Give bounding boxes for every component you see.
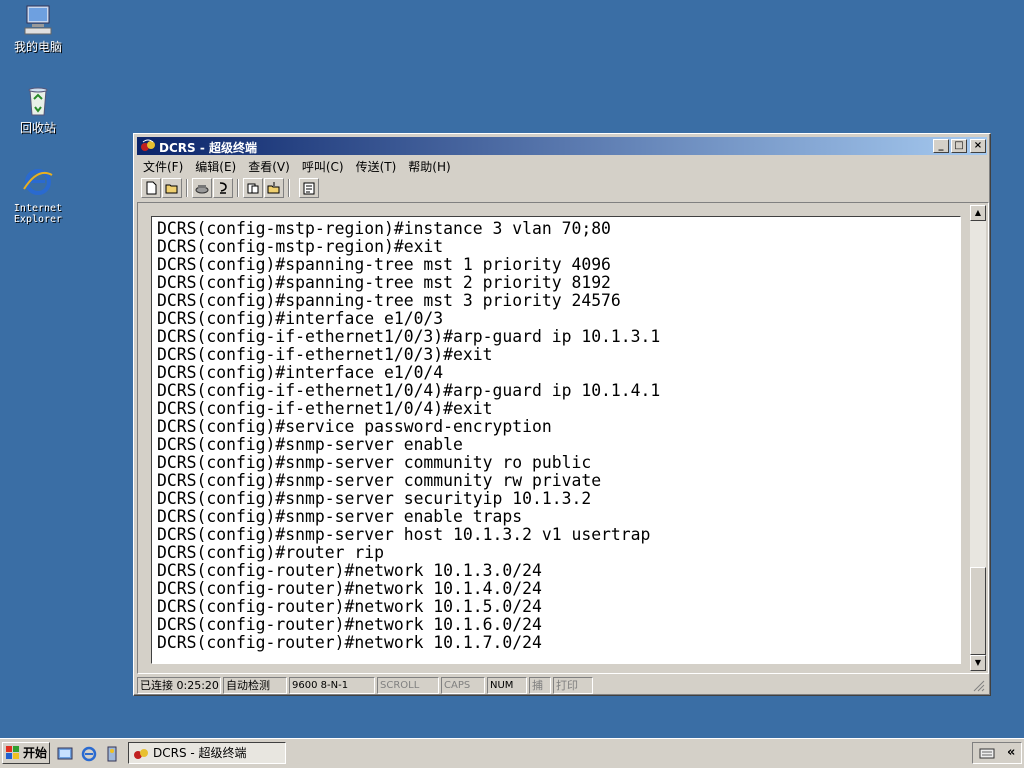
- toolbar-separator: [288, 179, 290, 197]
- menu-transfer[interactable]: 传送(T): [350, 156, 403, 177]
- internet-explorer-icon: [21, 165, 55, 199]
- status-num: NUM: [487, 677, 527, 694]
- recycle-bin-icon: [21, 84, 55, 118]
- properties-icon: [303, 182, 315, 195]
- status-params: 9600 8-N-1: [289, 677, 375, 694]
- terminal-line: DCRS(config)#snmp-server enable: [157, 435, 463, 454]
- open-folder-icon: [165, 184, 178, 194]
- my-computer-icon: [21, 3, 55, 37]
- status-caps: CAPS: [441, 677, 485, 694]
- show-desktop-icon[interactable]: [56, 745, 74, 763]
- terminal-line: DCRS(config)#spanning-tree mst 1 priorit…: [157, 255, 611, 274]
- vertical-scrollbar[interactable]: ▲ ▼: [970, 205, 986, 671]
- tray-expand-button[interactable]: «: [1007, 745, 1015, 760]
- open-button[interactable]: [162, 178, 182, 198]
- status-connected: 已连接 0:25:20: [137, 677, 221, 694]
- toolbar-separator: [237, 179, 239, 197]
- terminal-line: DCRS(config-router)#network 10.1.3.0/24: [157, 561, 542, 580]
- desktop-icon-label: 我的电脑: [13, 40, 62, 54]
- disconnect-phone-icon: [219, 182, 227, 194]
- terminal-line: DCRS(config-router)#network 10.1.4.0/24: [157, 579, 542, 598]
- terminal-line: DCRS(config-if-ethernet1/0/4)#arp-guard …: [157, 381, 661, 400]
- terminal-line: DCRS(config)#spanning-tree mst 2 priorit…: [157, 273, 611, 292]
- status-bar: 已连接 0:25:20 自动检测 9600 8-N-1 SCROLL CAPS …: [137, 676, 987, 694]
- system-tray: «: [972, 742, 1022, 764]
- menu-edit[interactable]: 编辑(E): [189, 156, 242, 177]
- terminal-line: DCRS(config)#snmp-server securityip 10.1…: [157, 489, 592, 508]
- menu-view[interactable]: 查看(V): [242, 156, 296, 177]
- disconnect-button[interactable]: [213, 178, 233, 198]
- terminal-client-area: DCRS(config-mstp-region)#instance 3 vlan…: [137, 202, 989, 674]
- terminal-line: DCRS(config)#spanning-tree mst 3 priorit…: [157, 291, 621, 310]
- properties-button[interactable]: [299, 178, 319, 198]
- terminal-line: DCRS(config)#snmp-server enable traps: [157, 507, 523, 526]
- terminal-line: DCRS(config)#snmp-server community rw pr…: [157, 471, 602, 490]
- status-capture: 捕: [529, 677, 551, 694]
- taskbar-item-label: DCRS - 超级终端: [153, 746, 247, 760]
- desktop-icon-my-computer[interactable]: 我的电脑: [0, 3, 76, 54]
- terminal-line: DCRS(config)#snmp-server community ro pu…: [157, 453, 592, 472]
- new-connection-button[interactable]: [141, 178, 161, 198]
- scroll-thumb[interactable]: [970, 567, 986, 655]
- menu-file[interactable]: 文件(F): [137, 156, 189, 177]
- terminal-line: DCRS(config-if-ethernet1/0/3)#exit: [157, 345, 493, 364]
- resize-grip-icon[interactable]: [973, 680, 985, 692]
- terminal-line: DCRS(config)#snmp-server host 10.1.3.2 v…: [157, 525, 651, 544]
- terminal-line: DCRS(config-router)#network 10.1.5.0/24: [157, 597, 542, 616]
- desktop-icon-label: Internet Explorer: [13, 203, 63, 225]
- desktop-icon-label: 回收站: [19, 121, 56, 135]
- toolbar: [137, 176, 987, 200]
- hyperterminal-icon: [140, 138, 156, 154]
- minimize-button[interactable]: _: [933, 139, 949, 153]
- desktop-icon-recycle-bin[interactable]: 回收站: [0, 84, 76, 135]
- call-button[interactable]: [192, 178, 212, 198]
- toolbar-separator: [186, 179, 188, 197]
- terminal-screen[interactable]: DCRS(config-mstp-region)#instance 3 vlan…: [151, 216, 961, 664]
- status-detect: 自动检测: [223, 677, 287, 694]
- maximize-button[interactable]: □: [951, 139, 967, 153]
- taskbar: 开始 DCRS - 超级终端 «: [0, 738, 1024, 768]
- new-document-icon: [146, 181, 157, 195]
- menu-help[interactable]: 帮助(H): [402, 156, 456, 177]
- hyperterminal-icon: [134, 749, 148, 759]
- scroll-up-button[interactable]: ▲: [970, 205, 986, 221]
- terminal-line: DCRS(config)#interface e1/0/3: [157, 309, 444, 328]
- menu-call[interactable]: 呼叫(C): [296, 156, 350, 177]
- start-label: 开始: [23, 746, 48, 760]
- hyperterminal-window: DCRS - 超级终端 _ □ × 文件(F) 编辑(E) 查看(V) 呼叫(C) 传送…: [133, 133, 991, 696]
- window-title: DCRS - 超级终端: [159, 141, 257, 155]
- status-scroll: SCROLL: [377, 677, 439, 694]
- send-file-icon: [247, 183, 259, 194]
- terminal-line: DCRS(config)#router rip: [157, 543, 384, 562]
- terminal-line: DCRS(config-if-ethernet1/0/3)#arp-guard …: [157, 327, 661, 346]
- internet-explorer-quicklaunch-icon[interactable]: [80, 745, 98, 763]
- start-button[interactable]: 开始: [2, 742, 50, 764]
- terminal-line: DCRS(config)#interface e1/0/4: [157, 363, 444, 382]
- scroll-down-button[interactable]: ▼: [970, 655, 986, 671]
- receive-file-icon: [267, 182, 280, 194]
- desktop-icon-internet-explorer[interactable]: Internet Explorer: [0, 165, 76, 225]
- close-button[interactable]: ×: [970, 139, 986, 153]
- windows-flag-icon: [6, 746, 19, 759]
- title-bar[interactable]: DCRS - 超级终端 _ □ ×: [137, 137, 987, 155]
- program-quicklaunch-icon[interactable]: [103, 745, 121, 763]
- terminal-line: DCRS(config-if-ethernet1/0/4)#exit: [157, 399, 493, 418]
- terminal-line: DCRS(config)#service password-encryption: [157, 417, 552, 436]
- terminal-line: DCRS(config-router)#network 10.1.6.0/24: [157, 615, 542, 634]
- terminal-output: DCRS(config-mstp-region)#instance 3 vlan…: [157, 220, 660, 652]
- taskbar-item-hyperterminal[interactable]: DCRS - 超级终端: [128, 742, 286, 764]
- keyboard-icon[interactable]: [979, 746, 995, 760]
- terminal-line: DCRS(config-mstp-region)#exit: [157, 237, 444, 256]
- send-button[interactable]: [243, 178, 263, 198]
- status-print: 打印: [553, 677, 593, 694]
- terminal-line: DCRS(config-mstp-region)#instance 3 vlan…: [157, 219, 611, 238]
- phone-icon: [195, 185, 209, 194]
- terminal-line: DCRS(config-router)#network 10.1.7.0/24: [157, 633, 542, 652]
- receive-button[interactable]: [264, 178, 284, 198]
- menu-bar: 文件(F) 编辑(E) 查看(V) 呼叫(C) 传送(T) 帮助(H): [137, 156, 987, 174]
